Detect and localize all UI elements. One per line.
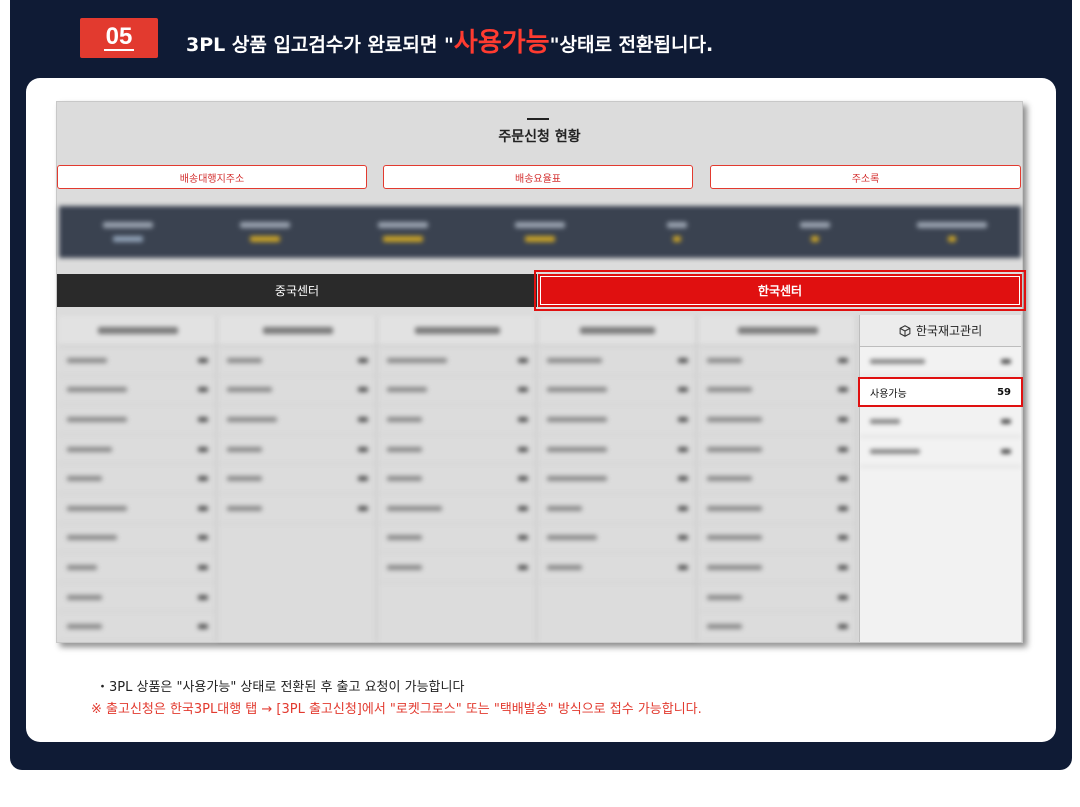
inventory-panel-title: 한국재고관리 [915,324,983,338]
stats-bar-blurred [59,206,1021,258]
korea-inventory-panel: 한국재고관리 사용가능 59 [858,315,1023,642]
step-number: 05 [103,23,135,51]
inventory-row-available[interactable]: 사용가능 59 [858,377,1023,407]
headline-suffix: "상태로 전환됩니다. [549,34,714,56]
tab-korea-label: 한국센터 [757,284,803,298]
inventory-row-blurred [860,437,1021,467]
title-accent-bar [527,118,549,120]
available-label: 사용가능 [870,388,907,400]
page-title: 주문신청 현황 [498,129,581,145]
note-line-1: ・3PL 상품은 "사용가능" 상태로 전환된 후 출고 요청이 가능합니다 [96,680,465,695]
headline: 3PL 상품 입고검수가 완료되면 " 사용가능 "상태로 전환됩니다. [186,22,713,62]
headline-highlight: 사용가능 [453,28,550,58]
headline-prefix: 3PL 상품 입고검수가 완료되면 " [186,34,454,56]
inventory-row-blurred [860,407,1021,437]
available-count: 59 [997,386,1011,398]
order-status-screenshot: 주문신청 현황 배송대행지주소 배송요율표 주소록 중국센터 한국센터 한국재고… [56,101,1026,643]
inventory-row-blurred [860,347,1021,377]
inventory-panel-header: 한국재고관리 [860,315,1021,347]
tab-china-label: 중국센터 [274,284,320,298]
status-columns-blurred [59,316,859,642]
link-address-book[interactable]: 주소록 [710,165,1021,189]
note-line-2: ※ 출고신청은 한국3PL대행 탭 → [3PL 출고신청]에서 "로켓그로스"… [91,702,702,717]
link-shipping-rates[interactable]: 배송요율표 [383,165,693,189]
step-badge: 05 [80,18,158,58]
tab-china-center[interactable]: 중국센터 [57,274,537,307]
box-icon [899,324,911,337]
tab-korea-center[interactable]: 한국센터 [534,270,1026,311]
link-forwarding-address[interactable]: 배송대행지주소 [57,165,367,189]
